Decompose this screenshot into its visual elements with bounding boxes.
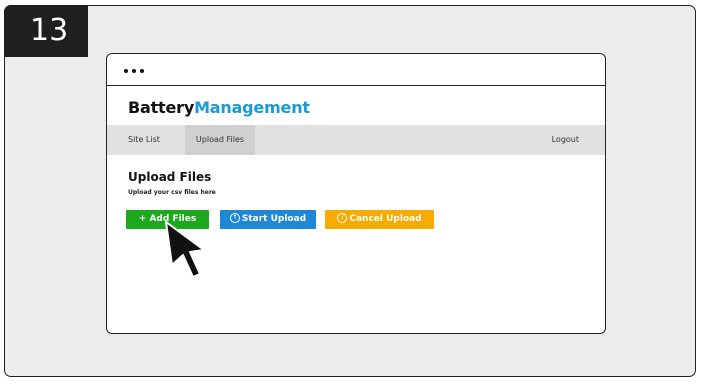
app-title-part1: Battery [128, 98, 195, 117]
start-upload-button[interactable]: ↑ Start Upload [220, 210, 316, 229]
cancel-upload-label: Cancel Upload [349, 214, 422, 224]
nav-logout[interactable]: Logout [552, 125, 579, 155]
browser-title-bar [107, 54, 605, 86]
page-title: Upload Files [128, 170, 212, 184]
nav-upload-files[interactable]: Upload Files [185, 125, 255, 155]
cancel-upload-button[interactable]: / Cancel Upload [325, 210, 434, 229]
window-dots-icon [124, 69, 144, 73]
nav-bar: Site List Upload Files Logout [107, 125, 605, 155]
app-title-part2: Management [194, 98, 310, 117]
nav-site-list[interactable]: Site List [128, 125, 160, 155]
step-number-badge: 13 [4, 5, 88, 57]
start-upload-label: Start Upload [241, 214, 307, 224]
app-title: BatteryManagement [128, 98, 310, 117]
mouse-pointer-icon [165, 221, 205, 278]
browser-window: BatteryManagement Site List Upload Files… [106, 53, 606, 334]
cancel-circle-icon: / [337, 212, 348, 223]
page-subtitle: Upload your csv files here [128, 189, 216, 196]
upload-circle-icon: ↑ [229, 212, 240, 223]
